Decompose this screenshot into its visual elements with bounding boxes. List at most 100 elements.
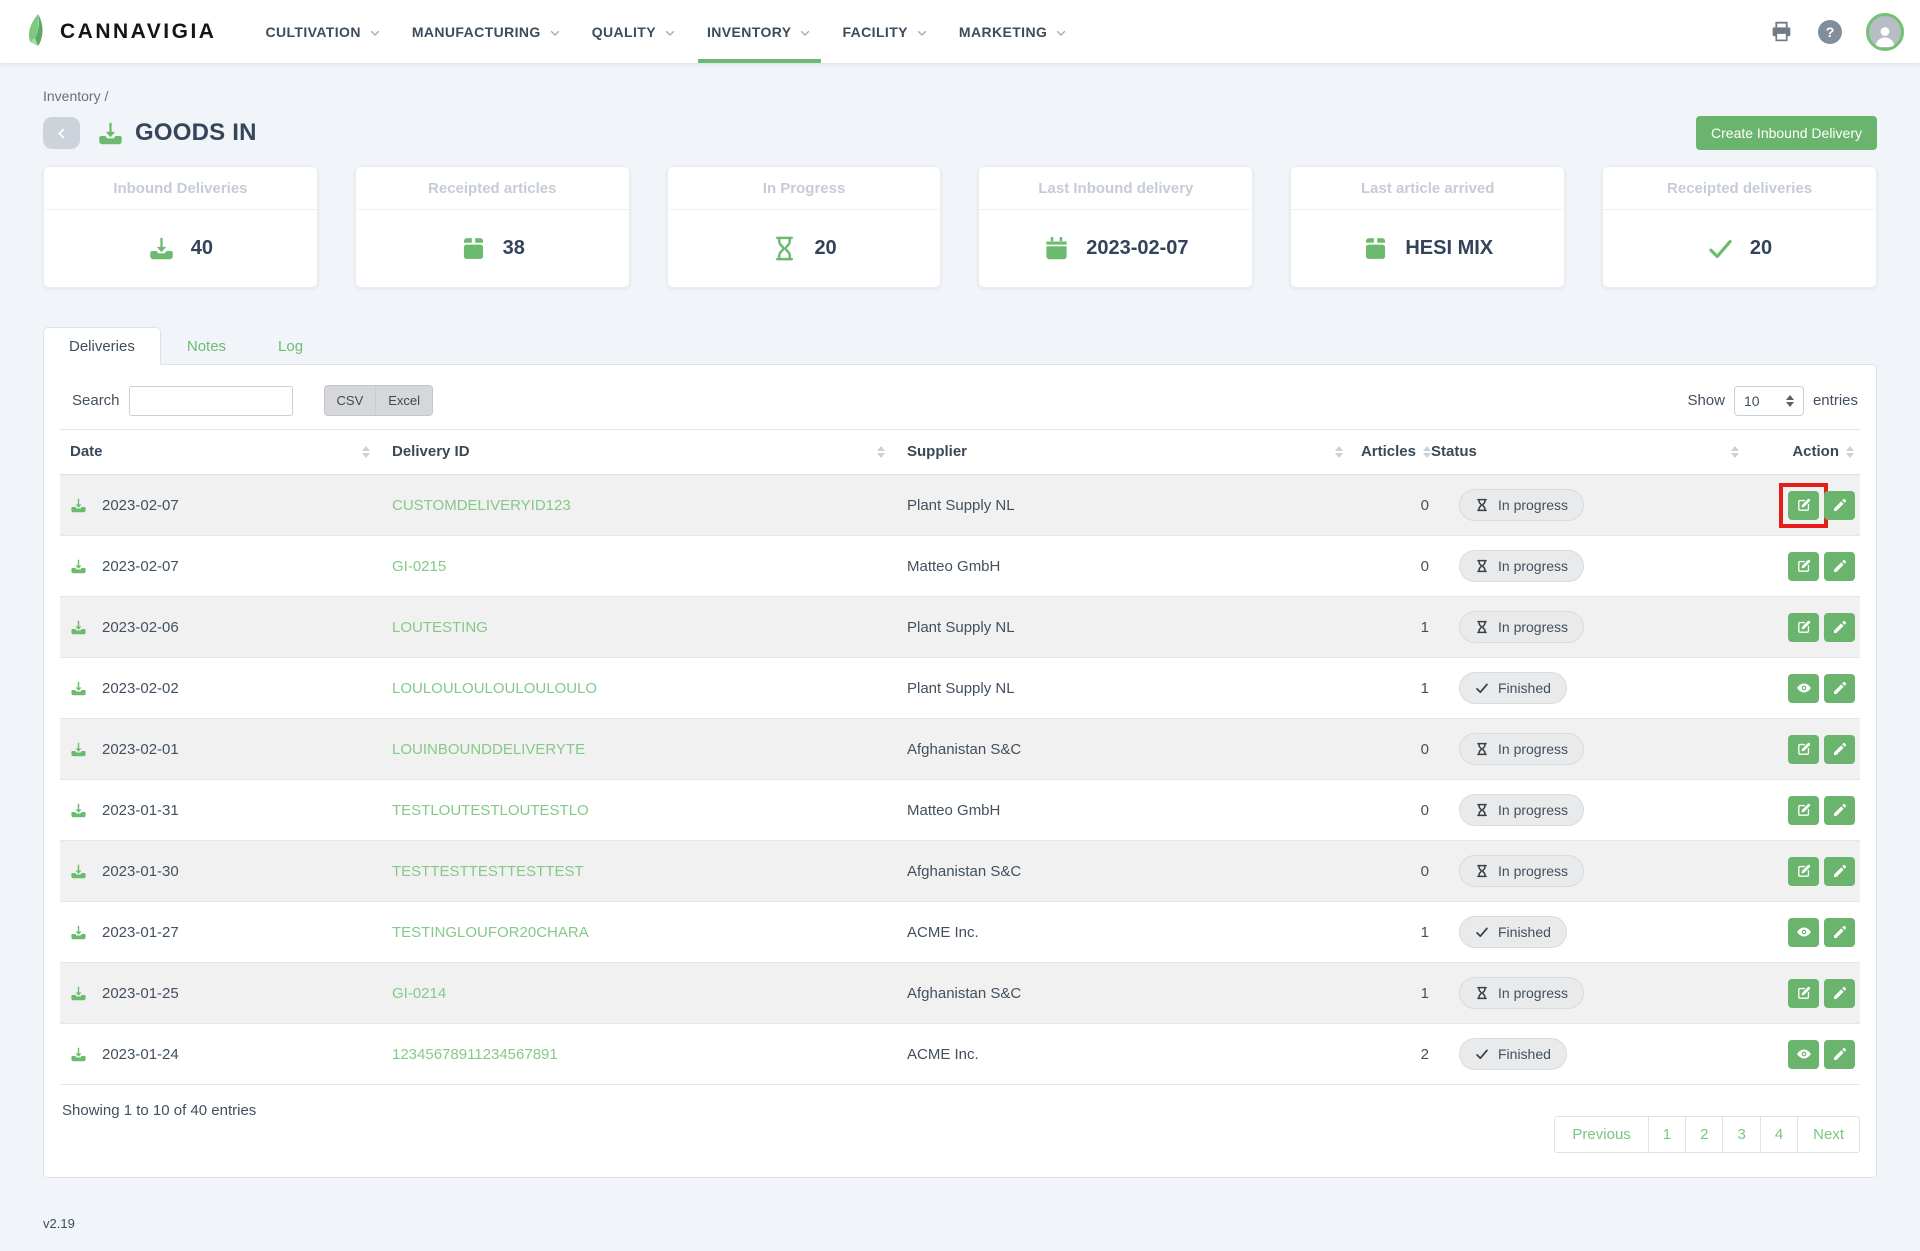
box-icon: [460, 235, 487, 262]
eye-button[interactable]: [1788, 1040, 1819, 1069]
pagination-previous[interactable]: Previous: [1555, 1117, 1647, 1152]
nav-item-manufacturing[interactable]: MANUFACTURING: [397, 0, 577, 63]
articles-cell: 0: [1365, 802, 1431, 819]
pagination-4[interactable]: 4: [1760, 1117, 1797, 1152]
search-input[interactable]: [129, 386, 293, 416]
delivery-id-link[interactable]: TESTINGLOUFOR20CHARA: [392, 924, 589, 941]
check-icon: [1707, 235, 1734, 262]
tab-deliveries[interactable]: Deliveries: [43, 327, 161, 365]
brand-logo[interactable]: CANNAVIGIA: [22, 12, 216, 52]
stat-card-label: Last Inbound delivery: [979, 167, 1252, 210]
delivery-id-link[interactable]: TESTTESTTESTTESTTEST: [392, 863, 584, 880]
tab-bar: Deliveries Notes Log: [43, 327, 1877, 364]
breadcrumb[interactable]: Inventory /: [43, 88, 1877, 104]
tab-notes[interactable]: Notes: [161, 327, 252, 364]
pagination-next[interactable]: Next: [1797, 1117, 1859, 1152]
column-header-date[interactable]: Date: [60, 443, 392, 460]
delivery-id-link[interactable]: 12345678911234567891: [392, 1046, 558, 1063]
edit-square-button[interactable]: [1788, 796, 1819, 825]
hourglass-icon: [771, 235, 798, 262]
table-body: 2023-02-07 CUSTOMDELIVERYID123 Plant Sup…: [60, 475, 1860, 1085]
edit-square-button[interactable]: [1788, 979, 1819, 1008]
main-nav: CULTIVATION MANUFACTURING QUALITY INVENT…: [250, 0, 1083, 63]
sort-icon[interactable]: [1846, 446, 1854, 458]
sort-icon[interactable]: [1423, 446, 1431, 458]
supplier-cell: Plant Supply NL: [907, 619, 1365, 636]
pagination-1[interactable]: 1: [1648, 1117, 1685, 1152]
stat-card-value: 38: [503, 237, 525, 260]
delivery-id-link[interactable]: GI-0215: [392, 558, 446, 575]
pencil-button[interactable]: [1824, 491, 1855, 520]
nav-item-label: CULTIVATION: [265, 24, 360, 40]
status-label: In progress: [1498, 985, 1568, 1001]
status-badge: In progress: [1459, 489, 1584, 521]
pencil-button[interactable]: [1824, 674, 1855, 703]
help-button[interactable]: ?: [1818, 20, 1842, 44]
tab-log[interactable]: Log: [252, 327, 329, 364]
delivery-id-link[interactable]: TESTLOUTESTLOUTESTLO: [392, 802, 589, 819]
print-button[interactable]: [1769, 19, 1794, 44]
nav-item-inventory[interactable]: INVENTORY: [692, 0, 828, 63]
delivery-id-link[interactable]: LOULOULOULOULOULOULO: [392, 680, 597, 697]
edit-square-button[interactable]: [1788, 857, 1819, 886]
export-buttons: CSV Excel: [324, 385, 434, 416]
goods-in-icon: [70, 619, 87, 636]
chevron-down-icon: [368, 26, 382, 40]
chevron-down-icon: [915, 26, 929, 40]
stat-card-value: 40: [191, 237, 213, 260]
person-icon: [1873, 22, 1897, 48]
table-row: 2023-01-30 TESTTESTTESTTESTTEST Afghanis…: [60, 841, 1860, 902]
eye-button[interactable]: [1788, 674, 1819, 703]
sort-icon[interactable]: [362, 446, 370, 458]
nav-item-cultivation[interactable]: CULTIVATION: [250, 0, 396, 63]
stat-card-label: In Progress: [668, 167, 941, 210]
edit-square-button[interactable]: [1788, 552, 1819, 581]
pencil-button[interactable]: [1824, 552, 1855, 581]
sort-icon[interactable]: [1335, 446, 1343, 458]
column-header-delivery-id[interactable]: Delivery ID: [392, 443, 907, 460]
supplier-cell: ACME Inc.: [907, 924, 1365, 941]
column-header-articles[interactable]: Articles: [1365, 443, 1431, 460]
column-header-status[interactable]: Status: [1431, 443, 1761, 460]
column-header-supplier[interactable]: Supplier: [907, 443, 1365, 460]
delivery-id-link[interactable]: LOUINBOUNDDELIVERYTE: [392, 741, 585, 758]
pencil-button[interactable]: [1824, 918, 1855, 947]
sort-icon[interactable]: [877, 446, 885, 458]
pencil-button[interactable]: [1824, 1040, 1855, 1069]
supplier-cell: Plant Supply NL: [907, 497, 1365, 514]
csv-button[interactable]: CSV: [325, 386, 376, 415]
edit-square-button[interactable]: [1788, 735, 1819, 764]
excel-button[interactable]: Excel: [375, 386, 432, 415]
stat-card: Last Inbound delivery 2023-02-07: [978, 166, 1253, 288]
status-label: Finished: [1498, 680, 1551, 696]
table-row: 2023-02-07 CUSTOMDELIVERYID123 Plant Sup…: [60, 475, 1860, 536]
nav-item-quality[interactable]: QUALITY: [577, 0, 692, 63]
nav-item-marketing[interactable]: MARKETING: [944, 0, 1083, 63]
pencil-button[interactable]: [1824, 857, 1855, 886]
date-cell: 2023-02-06: [102, 619, 179, 636]
page-size-select[interactable]: 10: [1734, 386, 1804, 416]
delivery-id-link[interactable]: LOUTESTING: [392, 619, 488, 636]
back-button[interactable]: [43, 117, 80, 149]
pagination-2[interactable]: 2: [1685, 1117, 1722, 1152]
sort-icon[interactable]: [1731, 446, 1739, 458]
show-label: Show: [1687, 392, 1725, 409]
date-cell: 2023-01-31: [102, 802, 179, 819]
pencil-button[interactable]: [1824, 613, 1855, 642]
delivery-id-link[interactable]: GI-0214: [392, 985, 446, 1002]
column-header-action[interactable]: Action: [1761, 443, 1860, 460]
user-avatar[interactable]: [1866, 13, 1904, 51]
eye-button[interactable]: [1788, 918, 1819, 947]
delivery-id-link[interactable]: CUSTOMDELIVERYID123: [392, 497, 571, 514]
create-inbound-delivery-button[interactable]: Create Inbound Delivery: [1696, 116, 1877, 150]
pencil-button[interactable]: [1824, 979, 1855, 1008]
hourglass-icon: [1475, 986, 1489, 1000]
nav-item-facility[interactable]: FACILITY: [827, 0, 943, 63]
status-label: In progress: [1498, 863, 1568, 879]
pagination-3[interactable]: 3: [1722, 1117, 1759, 1152]
status-badge: In progress: [1459, 977, 1584, 1009]
pencil-button[interactable]: [1824, 735, 1855, 764]
edit-square-button[interactable]: [1788, 613, 1819, 642]
pencil-button[interactable]: [1824, 796, 1855, 825]
edit-square-button[interactable]: [1788, 491, 1819, 520]
